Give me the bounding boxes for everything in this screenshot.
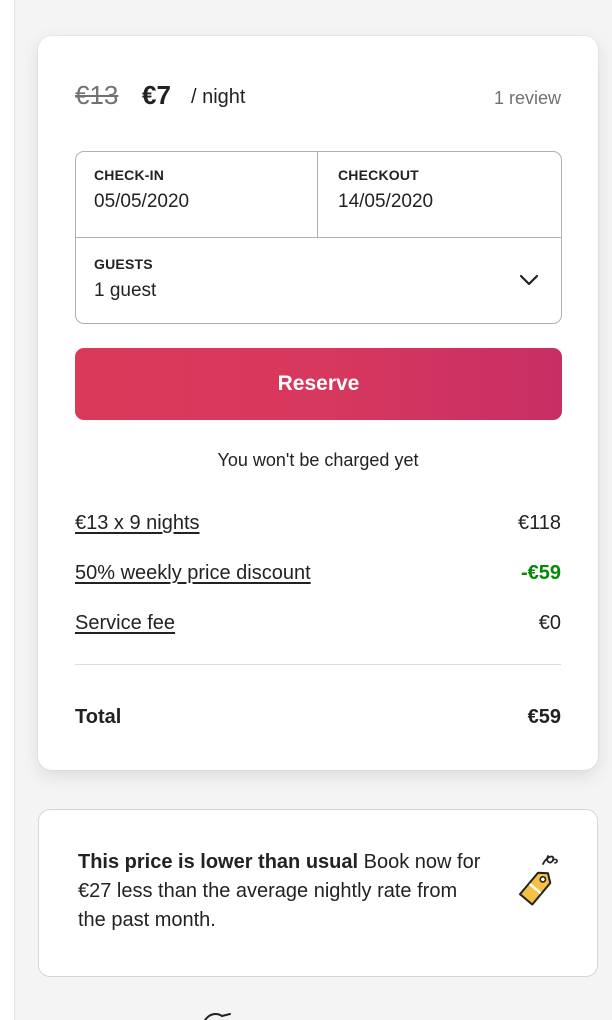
scroll-edge — [0, 0, 15, 1020]
checkout-label: CHECKOUT — [338, 167, 419, 183]
checkin-field[interactable]: CHECK-IN 05/05/2020 — [76, 152, 318, 237]
checkin-label: CHECK-IN — [94, 167, 165, 183]
checkout-value: 14/05/2020 — [338, 191, 434, 212]
reserve-button[interactable]: Reserve — [75, 348, 562, 420]
partial-icon — [204, 1013, 231, 1020]
price-notice-headline: This price is lower than usual — [78, 851, 359, 873]
price-line-nights: €13 x 9 nights €118 — [75, 512, 561, 542]
per-night-label: / night — [191, 86, 246, 108]
price-notice-card: This price is lower than usual Book now … — [38, 809, 598, 977]
page: €13 €7 / night 1 review CHECK-IN 05/05/2… — [0, 0, 612, 1020]
original-price: €13 — [75, 80, 119, 110]
guests-selector[interactable]: GUESTS 1 guest — [76, 238, 561, 324]
total-amount: €59 — [527, 706, 561, 728]
no-charge-note: You won't be charged yet — [217, 450, 419, 470]
booking-card: €13 €7 / night 1 review CHECK-IN 05/05/2… — [38, 36, 598, 770]
price-notice-text: This price is lower than usual Book now … — [78, 848, 488, 935]
discounted-price: €7 — [142, 80, 171, 110]
price-header: €13 €7 / night 1 review — [75, 76, 561, 116]
date-range: CHECK-IN 05/05/2020 CHECKOUT 14/05/2020 — [76, 152, 561, 238]
date-guest-picker: CHECK-IN 05/05/2020 CHECKOUT 14/05/2020 … — [75, 151, 562, 324]
price-line-service-fee: Service fee €0 — [75, 612, 561, 642]
price-tag-icon — [519, 855, 558, 906]
price-line-discount: 50% weekly price discount -€59 — [75, 562, 561, 592]
service-fee-link[interactable]: Service fee — [75, 612, 175, 635]
checkout-field[interactable]: CHECKOUT 14/05/2020 — [318, 152, 561, 237]
nights-amount: €118 — [517, 512, 561, 534]
guests-value: 1 guest — [94, 280, 157, 301]
checkin-value: 05/05/2020 — [94, 191, 190, 212]
reviews-link[interactable]: 1 review — [494, 88, 561, 109]
discount-link[interactable]: 50% weekly price discount — [75, 562, 311, 585]
service-fee-amount: €0 — [538, 612, 561, 634]
nights-breakdown-link[interactable]: €13 x 9 nights — [75, 512, 200, 535]
total-row: Total €59 — [75, 706, 561, 736]
chevron-down-icon[interactable] — [517, 268, 541, 292]
total-label: Total — [75, 706, 122, 728]
total-divider — [75, 664, 561, 665]
discount-amount: -€59 — [520, 562, 561, 584]
guests-label: GUESTS — [94, 256, 153, 272]
